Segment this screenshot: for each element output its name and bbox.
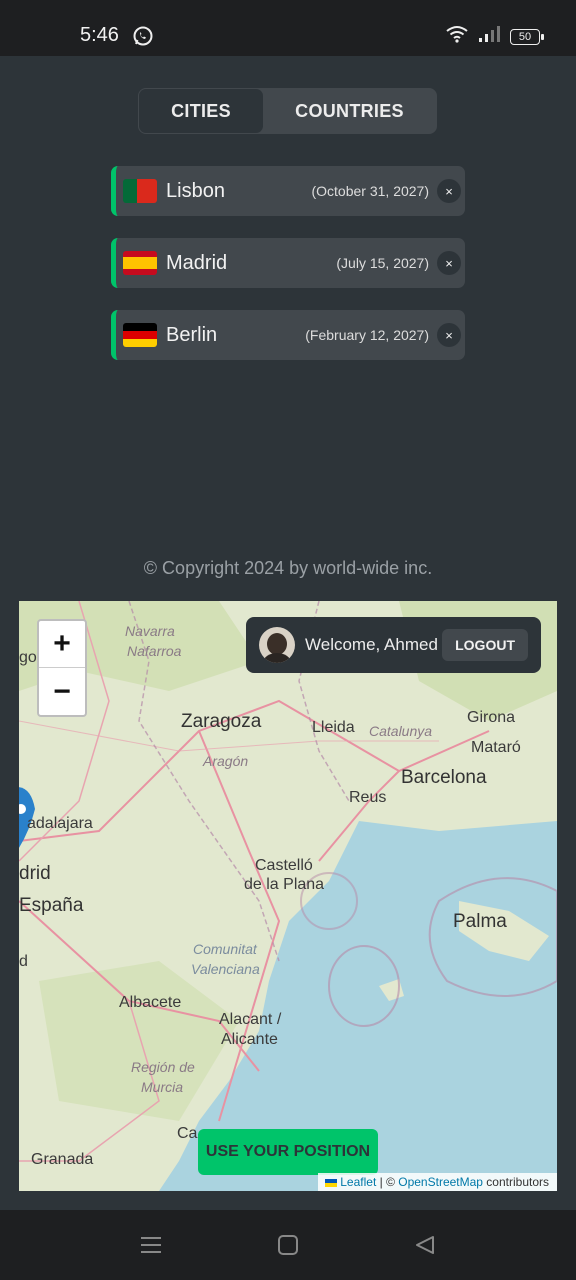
delete-city-button[interactable]: ×: [437, 251, 461, 275]
delete-city-button[interactable]: ×: [437, 323, 461, 347]
map-label: drid: [19, 863, 51, 884]
map-attribution: Leaflet | © OpenStreetMap contributors: [317, 1173, 557, 1191]
zoom-control: + −: [37, 619, 87, 717]
leaflet-link[interactable]: Leaflet: [340, 1175, 376, 1189]
menu-icon[interactable]: [140, 1234, 162, 1261]
status-time: 5:46: [80, 24, 119, 46]
ukraine-flag-icon: [324, 1178, 337, 1187]
map-label: Aragón: [203, 753, 249, 769]
map-label: d: [19, 953, 28, 970]
signal-icon: [478, 25, 500, 48]
city-name: Berlin: [166, 323, 218, 346]
welcome-text: Welcome, Ahmed: [305, 635, 438, 654]
tab-cities[interactable]: CITIES: [139, 89, 263, 133]
home-icon[interactable]: [277, 1234, 299, 1261]
tab-countries[interactable]: COUNTRIES: [263, 89, 436, 133]
map-label: Albacete: [119, 994, 182, 1011]
openstreetmap-link[interactable]: OpenStreetMap: [398, 1175, 483, 1189]
system-nav-bar: [0, 1210, 576, 1280]
zoom-in-button[interactable]: +: [39, 621, 85, 668]
user-panel: Welcome, Ahmed LOGOUT: [246, 617, 541, 673]
status-bar: 5:46 50: [0, 0, 576, 56]
portugal-flag-icon: [123, 179, 157, 203]
map[interactable]: Navarra Nafarroa go Zaragoza Aragón Llei…: [19, 601, 557, 1191]
germany-flag-icon: [123, 323, 157, 347]
map-label: Valenciana: [191, 961, 260, 977]
map-label: Navarra: [125, 623, 175, 639]
back-icon[interactable]: [414, 1234, 436, 1261]
use-position-button[interactable]: USE YOUR POSITION: [198, 1129, 378, 1175]
wifi-icon: [446, 25, 468, 48]
city-item-madrid[interactable]: Madrid (July 15, 2027) ×: [111, 238, 465, 288]
battery-icon: 50: [510, 28, 544, 45]
map-label: Región de: [131, 1059, 195, 1075]
attribution-separator: | ©: [376, 1175, 399, 1189]
city-date: (July 15, 2027): [336, 255, 429, 271]
map-label: Alacant /: [219, 1011, 282, 1028]
zoom-out-button[interactable]: −: [39, 668, 85, 715]
map-label: Lleida: [312, 719, 355, 736]
attribution-contributors: contributors: [482, 1175, 549, 1189]
map-label: Granada: [31, 1151, 94, 1168]
map-label: adalajara: [27, 815, 93, 832]
city-name: Lisbon: [166, 179, 225, 202]
map-label: Palma: [453, 911, 507, 932]
map-label: Mataró: [471, 739, 521, 756]
map-label: de la Plana: [244, 876, 325, 893]
cities-countries-toggle: CITIES COUNTRIES: [138, 88, 437, 134]
city-item-berlin[interactable]: Berlin (February 12, 2027) ×: [111, 310, 465, 360]
map-label: Girona: [467, 709, 516, 726]
map-label: Ca: [177, 1125, 198, 1142]
map-label: Catalunya: [369, 723, 433, 739]
map-label: Comunitat: [193, 941, 257, 957]
spain-flag-icon: [123, 251, 157, 275]
map-label: Murcia: [141, 1079, 184, 1095]
city-date: (October 31, 2027): [311, 183, 429, 199]
map-label: Nafarroa: [127, 643, 182, 659]
whatsapp-icon: [132, 25, 154, 52]
avatar: [259, 627, 295, 663]
map-label: Reus: [349, 789, 387, 806]
map-label: Alicante: [221, 1031, 278, 1048]
map-label: España: [19, 895, 84, 916]
map-tiles: [19, 601, 557, 1191]
map-label: Zaragoza: [181, 711, 262, 732]
map-label: Barcelona: [401, 767, 487, 788]
city-date: (February 12, 2027): [305, 327, 429, 343]
copyright-text: © Copyright 2024 by world-wide inc.: [143, 558, 433, 578]
city-name: Madrid: [166, 251, 228, 274]
delete-city-button[interactable]: ×: [437, 179, 461, 203]
logout-button[interactable]: LOGOUT: [442, 629, 528, 661]
map-label: go: [19, 649, 37, 666]
city-item-lisbon[interactable]: Lisbon (October 31, 2027) ×: [111, 166, 465, 216]
map-label: Castelló: [255, 857, 313, 874]
